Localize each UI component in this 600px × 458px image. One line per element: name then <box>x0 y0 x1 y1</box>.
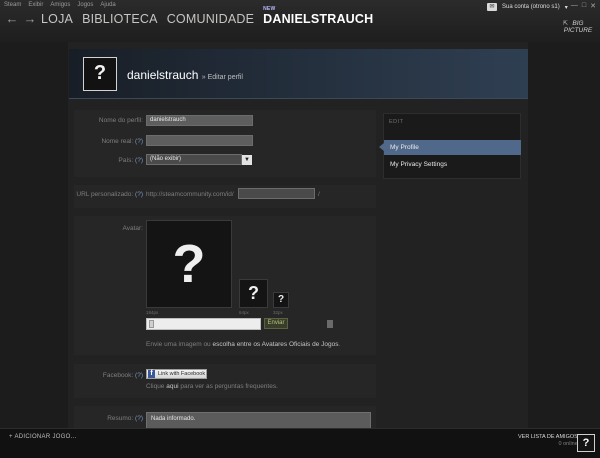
big-picture-line1: BIG <box>572 20 584 27</box>
url-label: URL personalizado: (?) <box>74 191 143 198</box>
url-input[interactable] <box>238 188 315 199</box>
avatar-small: ? <box>273 292 289 308</box>
avatar-large: ? <box>146 220 232 308</box>
tab-profile[interactable]: NEW DANIELSTRAUCH <box>263 6 374 26</box>
resumo-help[interactable]: (?) <box>135 415 143 422</box>
arrow-right-icon[interactable]: → <box>23 12 37 26</box>
enviar-button[interactable]: Enviar <box>264 318 288 329</box>
arrow-left-icon[interactable]: ← <box>5 12 19 26</box>
facebook-label: Facebook: (?) <box>80 372 143 379</box>
friends-avatar[interactable]: ? <box>577 434 595 452</box>
friends-label: VER LISTA DE AMIGOS <box>518 434 578 440</box>
url-help[interactable]: (?) <box>135 191 143 198</box>
nome-real-label: Nome real: (?) <box>80 138 143 145</box>
big-picture-button[interactable]: BIG PICTURE <box>560 20 596 34</box>
size-64-label: 64px <box>239 310 249 315</box>
file-input[interactable] <box>146 318 261 330</box>
pais-text: País: <box>118 157 134 164</box>
official-avatars-link[interactable]: escolha entre os Avatares Oficiais de Jo… <box>212 341 338 348</box>
avatar-label: Avatar: <box>122 225 143 232</box>
faq-link[interactable]: aqui <box>166 383 178 390</box>
right-margin <box>528 42 600 428</box>
edit-nav-title: EDIT <box>389 119 404 125</box>
resumo-text: Resumo: <box>107 415 134 422</box>
upload-text-1: Envie uma imagem ou <box>146 341 213 348</box>
size-184-label: 184px <box>146 310 159 315</box>
nav-my-profile[interactable]: My Profile <box>379 140 521 155</box>
facebook-hint: Clique aqui para ver as perguntas freque… <box>146 383 278 390</box>
friends-list-button[interactable]: VER LISTA DE AMIGOS 0 online <box>518 434 578 448</box>
pais-help[interactable]: (?) <box>135 157 143 164</box>
url-suffix: / <box>318 191 320 198</box>
profile-avatar[interactable]: ? <box>83 57 117 91</box>
nome-real-input[interactable] <box>146 135 253 146</box>
tab-profile-label: DANIELSTRAUCH <box>263 12 374 26</box>
facebook-text: Facebook: <box>102 372 134 379</box>
nome-perfil-label: Nome do perfil: <box>98 117 143 124</box>
file-browse-handle[interactable] <box>149 320 154 328</box>
nome-perfil-input[interactable]: danielstrauch <box>146 115 253 126</box>
menu-amigos[interactable]: Amigos <box>50 2 70 8</box>
facebook-section <box>74 364 376 398</box>
envelope-icon[interactable]: ✉ <box>487 3 497 11</box>
menu-exibir[interactable]: Exibir <box>28 2 43 8</box>
profile-name[interactable]: danielstrauch <box>127 68 198 82</box>
add-game-button[interactable]: + ADICIONAR JOGO... <box>9 434 77 440</box>
link-facebook-button[interactable]: Link with Facebook <box>146 369 207 379</box>
window-controls: — □ ✕ <box>571 2 596 10</box>
pais-label: País: (?) <box>80 157 143 164</box>
upload-hint: Envie uma imagem ou escolha entre os Ava… <box>146 341 340 348</box>
left-margin <box>0 42 68 428</box>
facebook-help[interactable]: (?) <box>135 372 143 379</box>
tab-comunidade[interactable]: COMUNIDADE <box>167 12 254 26</box>
facebook-hint-1: Clique <box>146 383 167 390</box>
minimize-icon[interactable]: — <box>571 2 578 10</box>
menu-steam[interactable]: Steam <box>4 2 21 8</box>
maximize-icon[interactable]: □ <box>582 2 586 10</box>
facebook-icon: f <box>148 370 155 378</box>
menu-ajuda[interactable]: Ajuda <box>100 2 115 8</box>
big-picture-line2: PICTURE <box>563 27 593 34</box>
resumo-label: Resumo: (?) <box>80 415 143 422</box>
url-text: URL personalizado: <box>76 191 134 198</box>
nav-privacy-settings[interactable]: My Privacy Settings <box>384 157 521 172</box>
nome-real-text: Nome real: <box>101 138 134 145</box>
close-icon[interactable]: ✕ <box>590 2 596 10</box>
tab-biblioteca[interactable]: BIBLIOTECA <box>82 12 158 26</box>
pais-select[interactable]: (Não exibir) <box>146 154 242 165</box>
chevron-down-icon: ▾ <box>564 4 568 11</box>
facebook-hint-2: para ver as perguntas frequentes. <box>178 383 278 390</box>
profile-title: danielstrauch » Editar perfil <box>127 68 243 82</box>
bottom-bar <box>0 428 600 458</box>
chevron-down-icon[interactable]: ▼ <box>242 154 252 165</box>
avatar-medium: ? <box>239 279 268 308</box>
url-prefix: http://steamcommunity.com/id/ <box>146 191 234 198</box>
nome-real-help[interactable]: (?) <box>135 138 143 145</box>
main-nav: ← → LOJA BIBLIOTECA COMUNIDADE NEW DANIE… <box>5 6 382 26</box>
friends-online-count: 0 online <box>558 441 578 447</box>
account-label: Sua conta (otrono s1) <box>502 4 560 10</box>
new-badge: NEW <box>263 6 276 12</box>
size-32-label: 32px <box>273 310 283 315</box>
profile-subtitle: » Editar perfil <box>201 74 243 81</box>
menu-bar: Steam Exibir Amigos Jogos Ajuda <box>4 2 116 8</box>
upload-text-2: . <box>338 341 341 348</box>
account-menu[interactable]: ✉ Sua conta (otrono s1) ▾ <box>487 3 568 11</box>
menu-jogos[interactable]: Jogos <box>77 2 93 8</box>
clear-file-icon[interactable] <box>327 320 333 328</box>
tab-loja[interactable]: LOJA <box>41 12 73 26</box>
